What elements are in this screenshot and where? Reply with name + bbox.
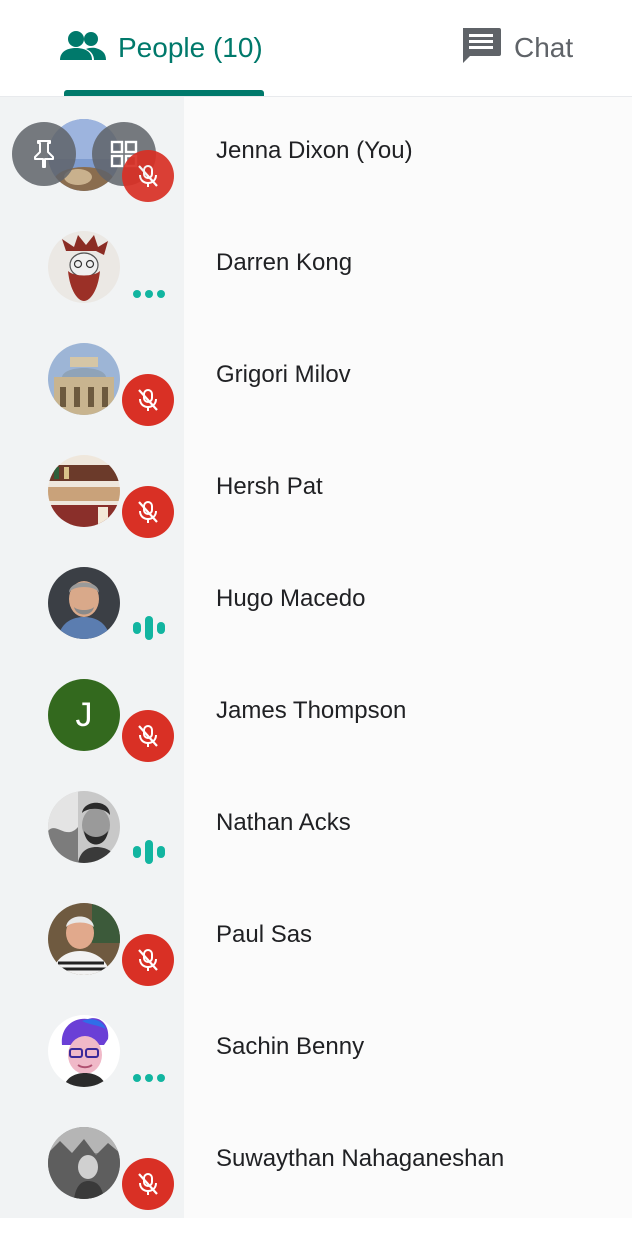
tab-chat-label: Chat	[514, 32, 574, 63]
tab-chat[interactable]: Chat	[460, 0, 573, 96]
participant-name: Hugo Macedo	[216, 585, 366, 612]
participant-row-jenna-dixon[interactable]: Jenna Dixon (You)	[0, 97, 632, 209]
people-icon	[60, 30, 106, 67]
avatar	[48, 903, 120, 975]
pin-icon	[32, 139, 56, 169]
participant-name: Sachin Benny	[216, 1033, 365, 1060]
participant-name: Grigori Milov	[216, 361, 351, 388]
mic-off-badge	[122, 374, 174, 426]
participant-name: Hersh Pat	[216, 473, 323, 500]
participant-row-james-thompson[interactable]: J James Thompson	[0, 657, 632, 769]
mic-off-badge	[122, 150, 174, 202]
chat-icon	[460, 26, 502, 71]
participant-row-grigori-milov[interactable]: Grigori Milov	[0, 321, 632, 433]
selected-tab-indicator	[64, 90, 264, 96]
mic-off-icon	[135, 1171, 161, 1197]
participant-row-nathan-acks[interactable]: Nathan Acks	[0, 769, 632, 881]
tab-people[interactable]: People (10)	[60, 0, 263, 96]
participant-list: Jenna Dixon (You) Darren Kong Grigori Mi…	[0, 97, 632, 1218]
mic-off-badge	[122, 710, 174, 762]
avatar	[48, 567, 120, 639]
pin-button[interactable]	[12, 122, 76, 186]
participant-name: James Thompson	[216, 697, 407, 724]
avatar	[48, 791, 120, 863]
participant-name: Suwaythan Nahaganeshan	[216, 1145, 505, 1172]
mic-off-icon	[135, 723, 161, 749]
tab-bar: People (10) Chat	[0, 0, 632, 97]
mic-off-icon	[135, 499, 161, 525]
avatar	[48, 343, 120, 415]
avatar	[48, 231, 120, 303]
speaking-indicator	[132, 615, 166, 641]
idle-indicator	[132, 289, 166, 299]
participant-name: Darren Kong	[216, 249, 353, 276]
avatar: J	[48, 679, 120, 751]
participant-name: Nathan Acks	[216, 809, 351, 836]
participant-row-hersh-pat[interactable]: Hersh Pat	[0, 433, 632, 545]
avatar	[48, 1015, 120, 1087]
participant-name: Jenna Dixon (You)	[216, 137, 413, 164]
avatar-initial: J	[75, 695, 93, 734]
participant-row-suwaythan-nahaganeshan[interactable]: Suwaythan Nahaganeshan	[0, 1105, 632, 1217]
speaking-indicator	[132, 839, 166, 865]
idle-indicator	[132, 1073, 166, 1083]
mic-off-badge	[122, 486, 174, 538]
mic-off-badge	[122, 1158, 174, 1210]
mic-off-icon	[135, 947, 161, 973]
participant-row-hugo-macedo[interactable]: Hugo Macedo	[0, 545, 632, 657]
participant-row-darren-kong[interactable]: Darren Kong	[0, 209, 632, 321]
mic-off-badge	[122, 934, 174, 986]
tab-people-label: People (10)	[118, 32, 263, 63]
participant-row-paul-sas[interactable]: Paul Sas	[0, 881, 632, 993]
mic-off-icon	[135, 163, 161, 189]
avatar	[48, 455, 120, 527]
mic-off-icon	[135, 387, 161, 413]
participant-row-sachin-benny[interactable]: Sachin Benny	[0, 993, 632, 1105]
participant-name: Paul Sas	[216, 921, 313, 948]
avatar	[48, 1127, 120, 1199]
